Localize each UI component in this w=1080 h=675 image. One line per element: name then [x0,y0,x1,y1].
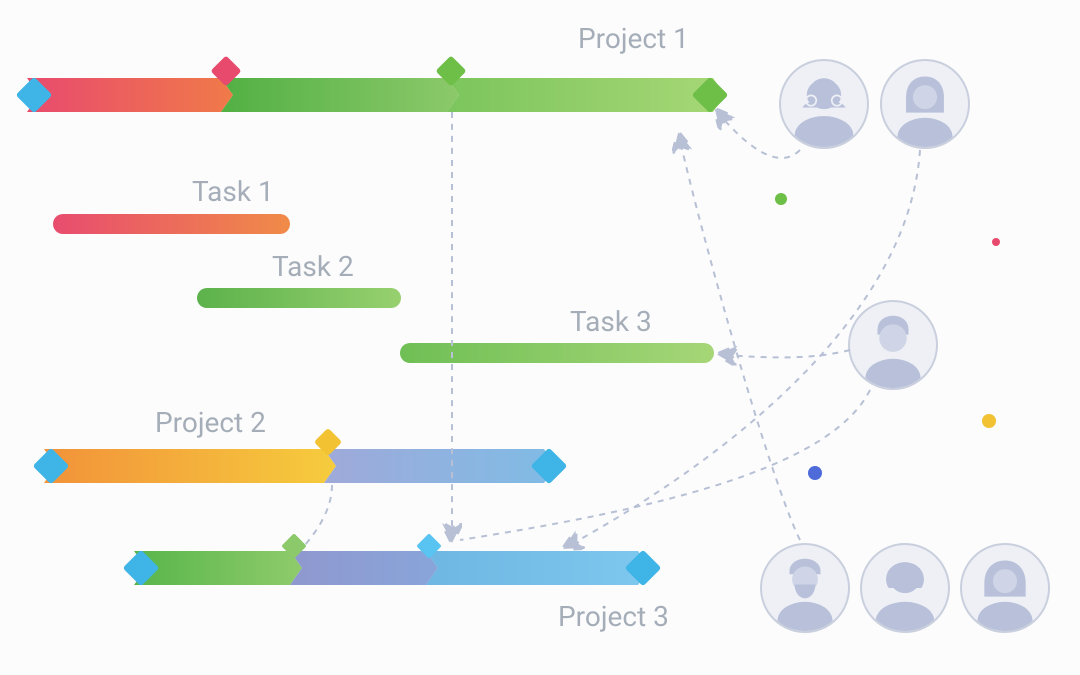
avatar-4 [760,543,850,633]
project-3-seg-3 [426,551,650,585]
project-3-seg-1 [134,551,302,585]
task-1-label: Task 1 [192,175,274,208]
task-2-bar [197,288,401,308]
gantt-diagram: Project 1 Task 1 Task 2 Task 3 Project 2… [0,0,1080,675]
avatar-3 [848,300,938,390]
avatar-2 [880,59,970,149]
decor-dot-yellow [982,414,996,428]
project-2-bar [44,449,564,483]
project-2-seg-2 [324,449,556,483]
project-1-label: Project 1 [578,22,689,55]
task-3-label: Task 3 [570,305,652,338]
task-1-bar [53,214,290,234]
project-2-seg-1 [44,449,336,483]
project-1-seg-2 [221,78,459,112]
avatar-6 [960,543,1050,633]
project-1-seg-3 [447,78,725,112]
decor-dot-green [775,193,787,205]
avatar-5 [860,543,950,633]
project-1-bar [27,78,727,112]
project-3-label: Project 3 [558,600,669,633]
decor-dot-blue [808,466,822,480]
project-2-label: Project 2 [155,406,266,439]
project-3-seg-2 [290,551,438,585]
project-1-seg-1 [27,78,233,112]
avatar-1 [779,59,869,149]
project-3-bar [134,551,654,585]
task-3-bar [400,343,714,363]
decor-dot-red [992,238,1000,246]
task-2-label: Task 2 [272,250,354,283]
